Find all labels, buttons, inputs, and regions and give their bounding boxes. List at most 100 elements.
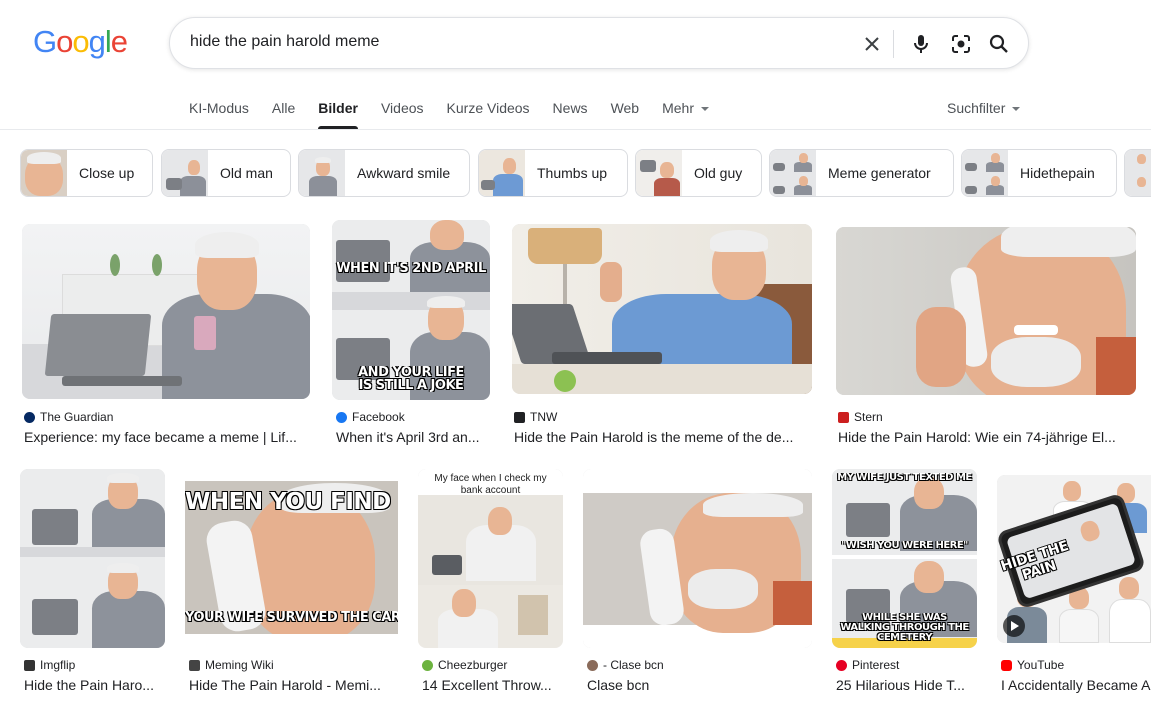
chip-thumbnail (479, 150, 525, 196)
tab-mehr-label: Mehr (662, 100, 695, 116)
tab-ki-modus[interactable]: KI-Modus (189, 100, 249, 129)
result-title[interactable]: Experience: my face became a meme | Lif.… (24, 429, 310, 445)
chip-close-up[interactable]: Close up (20, 149, 153, 197)
result-source[interactable]: - Clase bcn (587, 658, 664, 672)
result-source-label: Meming Wiki (205, 658, 274, 672)
search-filter-button[interactable]: Suchfilter (947, 100, 1021, 116)
chip-label: Meme generator (828, 165, 931, 181)
chip-label: Old guy (694, 165, 743, 181)
google-logo[interactable]: Google (33, 24, 128, 60)
youtube-favicon-icon (1001, 659, 1012, 671)
chip-meme-generator[interactable]: Meme generator (769, 149, 954, 197)
result-title[interactable]: 25 Hilarious Hide T... (836, 677, 977, 693)
result-source[interactable]: Cheezburger (422, 658, 507, 672)
search-tabs: KI-Modus Alle Bilder Videos Kurze Videos… (189, 100, 732, 129)
search-box[interactable]: hide the pain harold meme (169, 17, 1029, 69)
result-source-label: Stern (854, 410, 883, 424)
logo-letter: G (33, 24, 57, 59)
chip-old-guy[interactable]: Old guy (635, 149, 762, 197)
tab-news[interactable]: News (553, 100, 588, 129)
meme-caption-bottom: YOUR WIFE SURVIVED THE CAR CRASH (185, 611, 398, 624)
search-input[interactable]: hide the pain harold meme (190, 33, 379, 51)
chip-awkward-smile[interactable]: Awkward smile (298, 149, 470, 197)
tab-videos[interactable]: Videos (381, 100, 424, 129)
chip-label: Awkward smile (357, 165, 451, 181)
result-title[interactable]: I Accidentally Became A (1001, 677, 1151, 693)
search-icon[interactable] (985, 30, 1013, 58)
chip-thumbnail (162, 150, 208, 196)
header-divider (0, 129, 1151, 130)
microphone-icon[interactable] (907, 30, 935, 58)
result-image[interactable]: MY WIFE JUST TEXTED ME "WISH YOU WERE HE… (832, 469, 977, 648)
result-image[interactable] (512, 224, 812, 394)
tab-kurze-videos[interactable]: Kurze Videos (447, 100, 530, 129)
search-divider (893, 30, 894, 58)
pinterest-favicon-icon (836, 659, 847, 671)
result-source-label: TNW (530, 410, 558, 424)
result-title[interactable]: When it's April 3rd an... (336, 429, 491, 445)
meme-caption-bottom: AND YOUR LIFE IS STILL A JOKE (358, 366, 464, 392)
result-title[interactable]: Hide The Pain Harold - Memi... (189, 677, 394, 693)
chip-more[interactable] (1124, 149, 1151, 197)
result-image[interactable]: HIDE THE PAIN (997, 475, 1151, 643)
stern-favicon-icon (838, 411, 849, 423)
meme-caption-mid: "WISH YOU WERE HERE" (841, 541, 968, 551)
result-source[interactable]: Imgflip (24, 658, 75, 672)
tab-web[interactable]: Web (611, 100, 640, 129)
result-image[interactable]: My face when I check my bank account (418, 469, 563, 648)
meme-caption-top: WHEN YOU FIND OUT (185, 491, 398, 514)
result-source[interactable]: Stern (838, 410, 883, 424)
close-icon[interactable] (858, 30, 886, 58)
result-image[interactable] (20, 469, 165, 648)
result-source[interactable]: YouTube (1001, 658, 1064, 672)
meme-caption-top: MY WIFE JUST TEXTED ME (837, 473, 972, 483)
result-image[interactable] (583, 469, 812, 648)
result-source[interactable]: The Guardian (24, 410, 113, 424)
result-image[interactable]: WHEN YOU FIND OUT YOUR WIFE SURVIVED THE… (185, 481, 398, 634)
result-source-label: YouTube (1017, 658, 1065, 672)
camera-lens-icon[interactable] (947, 30, 975, 58)
logo-letter: g (88, 24, 106, 59)
tnw-favicon-icon (514, 411, 525, 423)
meming-wiki-favicon-icon (189, 659, 200, 671)
chip-label: Close up (79, 165, 135, 181)
result-image[interactable]: WHEN IT'S 2ND APRIL AND YOUR LIFE IS STI… (332, 220, 490, 400)
cheezburger-favicon-icon (422, 659, 433, 671)
result-source[interactable]: TNW (514, 410, 557, 424)
result-source[interactable]: Meming Wiki (189, 658, 274, 672)
result-title[interactable]: Hide the Pain Harold: Wie ein 74-jährige… (838, 429, 1134, 445)
tab-alle[interactable]: Alle (272, 100, 295, 129)
chip-thumbnail (1125, 150, 1151, 196)
result-image[interactable] (836, 227, 1136, 395)
chip-thumbnail (636, 150, 682, 196)
chevron-down-icon (1012, 107, 1021, 112)
result-image[interactable] (22, 224, 310, 399)
result-source[interactable]: Pinterest (836, 658, 899, 672)
result-title[interactable]: Hide the Pain Haro... (24, 677, 165, 693)
result-title[interactable]: Clase bcn (587, 677, 812, 693)
result-source[interactable]: Facebook (336, 410, 405, 424)
result-title[interactable]: Hide the Pain Harold is the meme of the … (514, 429, 812, 445)
search-filter-label: Suchfilter (947, 100, 1006, 116)
meme-caption-bottom: WHILE SHE WAS WALKING THROUGH THE CEMETE… (840, 613, 969, 643)
tab-mehr[interactable]: Mehr (662, 100, 710, 129)
chevron-down-icon (701, 107, 710, 112)
chip-label: Old man (220, 165, 273, 181)
chip-thumbnail (770, 150, 816, 196)
tab-bilder[interactable]: Bilder (318, 100, 358, 129)
chip-thumbs-up[interactable]: Thumbs up (478, 149, 628, 197)
result-source-label: Facebook (352, 410, 405, 424)
chip-label: Thumbs up (537, 165, 608, 181)
chip-thumbnail (299, 150, 345, 196)
result-source-label: - Clase bcn (603, 658, 664, 672)
guardian-favicon-icon (24, 411, 35, 423)
logo-letter: o (56, 24, 73, 59)
result-source-label: The Guardian (40, 410, 114, 424)
chip-thumbnail (21, 150, 67, 196)
result-source-label: Imgflip (40, 658, 76, 672)
chip-old-man[interactable]: Old man (161, 149, 291, 197)
play-icon[interactable] (1003, 615, 1025, 637)
result-title[interactable]: 14 Excellent Throw... (422, 677, 563, 693)
chip-hidethepain[interactable]: Hidethepain (961, 149, 1117, 197)
meme-caption-top: WHEN IT'S 2ND APRIL (336, 262, 486, 275)
